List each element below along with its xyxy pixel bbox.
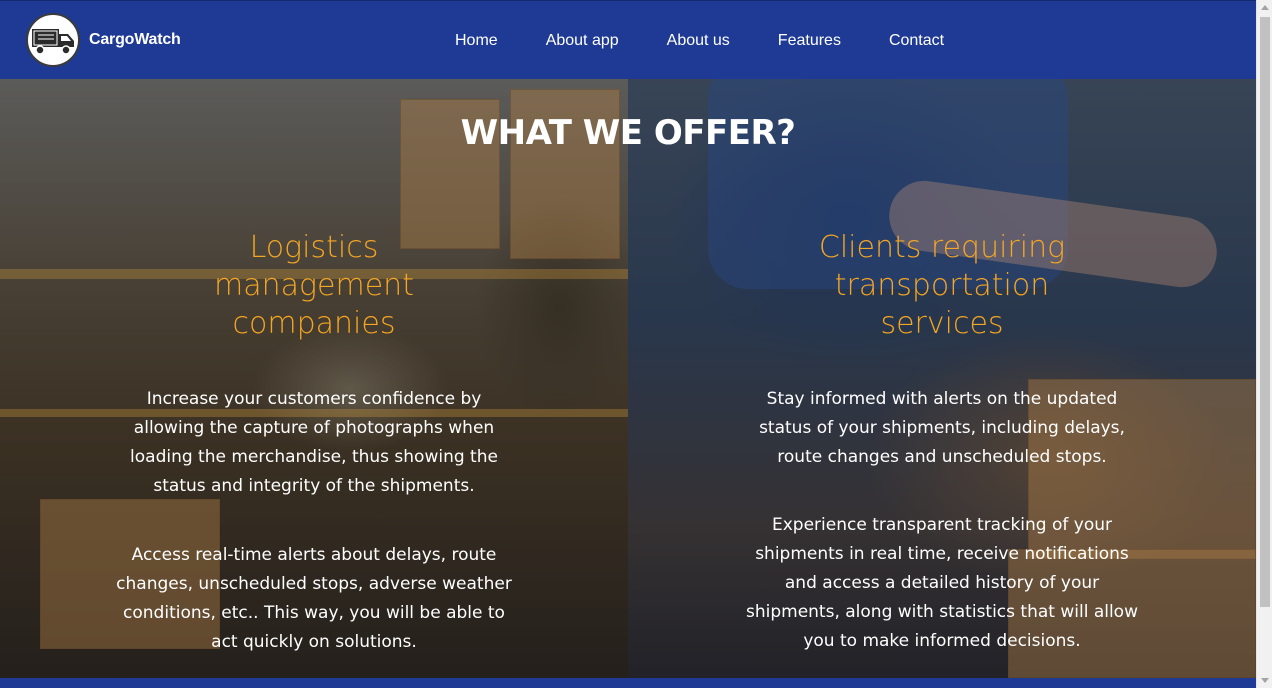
nav-link-about-us[interactable]: About us xyxy=(667,29,730,53)
nav-link-home[interactable]: Home xyxy=(455,29,498,53)
column-paragraph: Increase your customers confidence by al… xyxy=(130,389,498,496)
column-paragraph: Access real-time alerts about delays, ro… xyxy=(116,545,512,652)
vertical-scrollbar[interactable] xyxy=(1256,0,1272,688)
offer-column-clients: Clients requiring transportation service… xyxy=(722,229,1162,656)
column-heading: Clients requiring transportation service… xyxy=(818,230,1066,341)
column-heading: Logistics management companies xyxy=(214,230,414,341)
nav-link-features[interactable]: Features xyxy=(778,29,841,53)
offer-column-logistics: Logistics management companies Increase … xyxy=(94,229,534,657)
section-title: WHAT WE OFFER? xyxy=(460,113,796,153)
scroll-up-arrow-icon[interactable] xyxy=(1261,5,1269,10)
column-paragraph: Experience transparent tracking of your … xyxy=(745,515,1138,651)
brand-name: CargoWatch xyxy=(89,31,181,48)
page-viewport: CargoWatch Home About app About us Featu… xyxy=(0,0,1256,688)
navbar: CargoWatch Home About app About us Featu… xyxy=(0,0,1256,79)
main-nav: Home About app About us Features Contact xyxy=(432,29,992,53)
scrollbar-thumb[interactable] xyxy=(1260,17,1270,607)
next-section-edge xyxy=(0,678,1256,688)
nav-link-contact[interactable]: Contact xyxy=(889,29,944,53)
offer-section: WHAT WE OFFER? Logistics management comp… xyxy=(0,79,1256,678)
nav-link-about-app[interactable]: About app xyxy=(546,29,619,53)
column-paragraph: Stay informed with alerts on the updated… xyxy=(759,389,1125,467)
scroll-down-arrow-icon[interactable] xyxy=(1261,678,1269,683)
brand-link[interactable]: CargoWatch xyxy=(26,13,181,67)
delivery-truck-icon xyxy=(26,13,80,67)
